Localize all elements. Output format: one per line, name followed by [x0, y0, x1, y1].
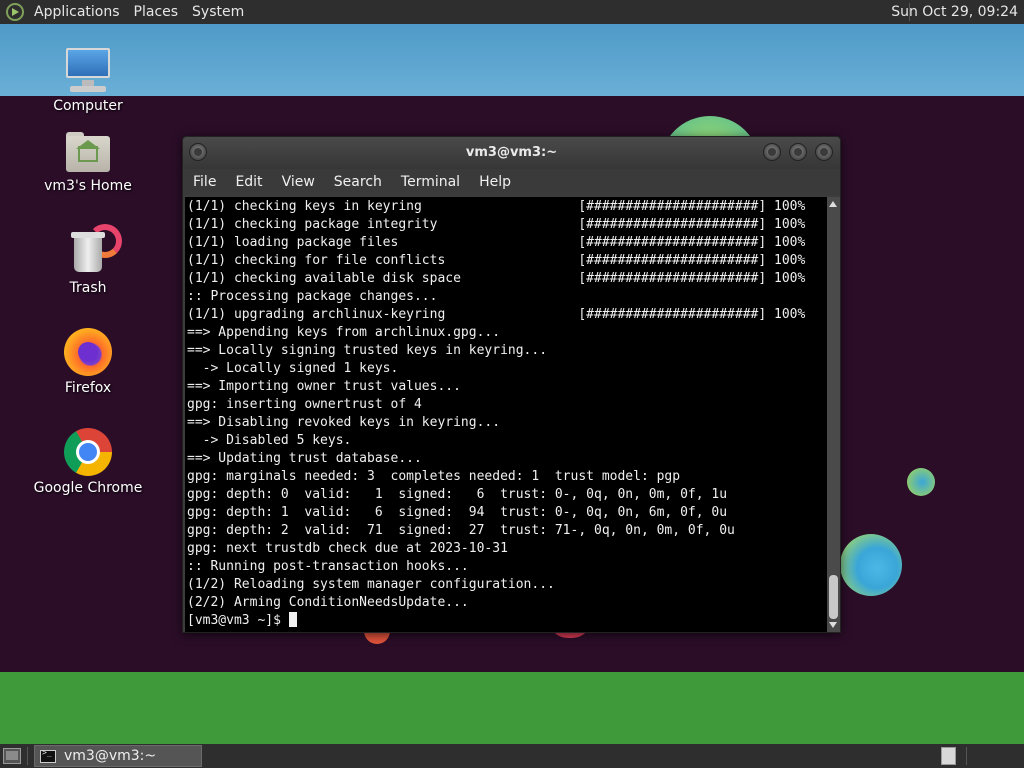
window-titlebar[interactable]: vm3@vm3:~: [183, 137, 840, 169]
terminal-line: :: Processing package changes...: [187, 289, 438, 304]
terminal-prompt: [vm3@vm3 ~]$: [187, 613, 289, 628]
menu-help[interactable]: Help: [479, 174, 511, 190]
workspace-switcher[interactable]: [941, 747, 956, 765]
bottom-panel: vm3@vm3:~: [0, 744, 1024, 768]
terminal-line: ==> Updating trust database...: [187, 451, 422, 466]
terminal-icon: [40, 748, 56, 763]
terminal-line: gpg: depth: 0 valid: 1 signed: 6 trust: …: [187, 487, 728, 502]
terminal-line: (1/1) upgrading archlinux-keyring [#####…: [187, 307, 806, 322]
desktop-icon-firefox[interactable]: Firefox: [33, 328, 143, 396]
distro-logo-icon[interactable]: [6, 3, 24, 21]
wallpaper-bubble: [840, 534, 902, 596]
desktop-icon-label: Computer: [53, 98, 123, 114]
terminal-text: (1/1) checking keys in keyring [########…: [185, 197, 827, 630]
window-title: vm3@vm3:~: [465, 145, 558, 160]
terminal-line: (1/1) loading package files [###########…: [187, 235, 806, 250]
terminal-prompt-line: [vm3@vm3 ~]$: [187, 612, 827, 630]
computer-icon: [64, 46, 112, 94]
terminal-line: gpg: depth: 1 valid: 6 signed: 94 trust:…: [187, 505, 728, 520]
wallpaper-sky: [0, 24, 1024, 96]
desktop-icon-home[interactable]: vm3's Home: [33, 130, 143, 194]
taskbar-terminal-button[interactable]: vm3@vm3:~: [34, 745, 202, 767]
clock[interactable]: Sun Oct 29, 09:24: [891, 0, 1018, 24]
menu-file[interactable]: File: [193, 174, 216, 190]
taskbar-label: vm3@vm3:~: [64, 748, 157, 764]
wallpaper-bubble: [907, 468, 935, 496]
show-desktop-icon[interactable]: [3, 748, 21, 764]
terminal-line: gpg: next trustdb check due at 2023-10-3…: [187, 541, 508, 556]
wallpaper-grass: [0, 672, 1024, 744]
firefox-icon: [64, 328, 112, 376]
trash-icon: [64, 224, 122, 276]
scrollbar-thumb[interactable]: [829, 575, 838, 619]
applications-menu[interactable]: Applications: [34, 0, 120, 24]
system-menu[interactable]: System: [192, 0, 244, 24]
terminal-window: vm3@vm3:~ File Edit View Search Terminal…: [182, 136, 841, 633]
panel-separator: [27, 747, 28, 765]
terminal-line: gpg: marginals needed: 3 completes neede…: [187, 469, 681, 484]
menu-view[interactable]: View: [282, 174, 315, 190]
text-cursor: [288, 612, 297, 627]
terminal-line: ==> Disabling revoked keys in keyring...: [187, 415, 501, 430]
menu-edit[interactable]: Edit: [235, 174, 262, 190]
terminal-line: (1/1) checking available disk space [###…: [187, 271, 806, 286]
terminal-line: gpg: inserting ownertrust of 4: [187, 397, 422, 412]
desktop-icon-label: Trash: [69, 280, 107, 296]
minimize-button[interactable]: [763, 143, 781, 161]
panel-separator: [966, 747, 967, 765]
terminal-line: ==> Importing owner trust values...: [187, 379, 461, 394]
menu-terminal[interactable]: Terminal: [401, 174, 460, 190]
maximize-button[interactable]: [789, 143, 807, 161]
terminal-line: (1/1) checking for file conflicts [#####…: [187, 253, 806, 268]
desktop-icon-label: vm3's Home: [44, 178, 132, 194]
desktop-icon-computer[interactable]: Computer: [33, 46, 143, 114]
terminal-line: :: Running post-transaction hooks...: [187, 559, 469, 574]
terminal-menubar: File Edit View Search Terminal Help: [183, 169, 840, 195]
terminal-line: (1/1) checking package integrity [######…: [187, 217, 806, 232]
terminal-line: -> Disabled 5 keys.: [187, 433, 352, 448]
desktop-icon-chrome[interactable]: Google Chrome: [33, 428, 143, 496]
chrome-icon: [64, 428, 112, 476]
desktop-icon-label: Firefox: [64, 380, 112, 396]
desktop-icon-label: Google Chrome: [33, 480, 143, 496]
places-menu[interactable]: Places: [134, 0, 179, 24]
scroll-up-arrow-icon[interactable]: [829, 201, 837, 207]
terminal-line: ==> Appending keys from archlinux.gpg...: [187, 325, 501, 340]
home-folder-icon: [64, 130, 112, 174]
terminal-scrollbar[interactable]: [827, 197, 840, 632]
terminal-line: (1/1) checking keys in keyring [########…: [187, 199, 806, 214]
top-panel: Applications Places System Sun Oct 29, 0…: [0, 0, 1024, 24]
terminal-line: -> Locally signed 1 keys.: [187, 361, 399, 376]
close-button[interactable]: [815, 143, 833, 161]
desktop-icon-trash[interactable]: Trash: [33, 224, 143, 296]
terminal-output[interactable]: (1/1) checking keys in keyring [########…: [185, 197, 827, 632]
terminal-line: gpg: depth: 2 valid: 71 signed: 27 trust…: [187, 523, 735, 538]
terminal-line: (1/2) Reloading system manager configura…: [187, 577, 555, 592]
terminal-line: (2/2) Arming ConditionNeedsUpdate...: [187, 595, 469, 610]
scroll-down-arrow-icon[interactable]: [829, 622, 837, 628]
menu-search[interactable]: Search: [334, 174, 382, 190]
terminal-line: ==> Locally signing trusted keys in keyr…: [187, 343, 548, 358]
